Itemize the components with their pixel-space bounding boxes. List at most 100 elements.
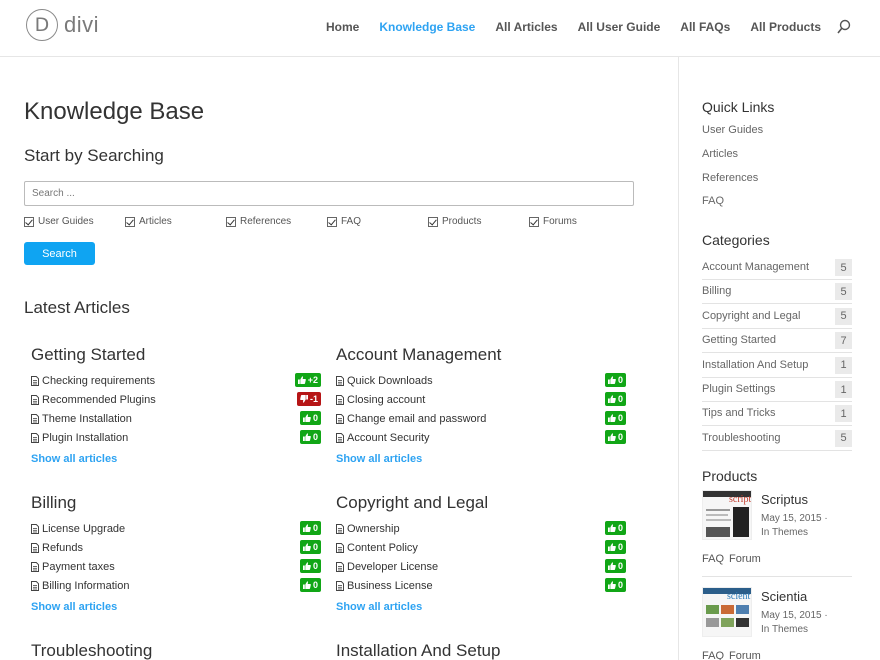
product-forum-link[interactable]: Forum — [729, 650, 761, 660]
sidebar-category-name[interactable]: Troubleshooting — [702, 432, 780, 444]
article-title[interactable]: Ownership — [347, 523, 400, 535]
category-title[interactable]: Billing — [31, 492, 321, 514]
sidebar-category-name[interactable]: Billing — [702, 285, 731, 297]
checkbox-checked-icon[interactable] — [529, 216, 539, 227]
article-title[interactable]: Theme Installation — [42, 413, 132, 425]
category-title[interactable]: Troubleshooting — [31, 640, 321, 660]
article-title[interactable]: License Upgrade — [42, 523, 125, 535]
sidebar-category-item[interactable]: Troubleshooting 5 — [702, 429, 852, 451]
sidebar-category-item[interactable]: Plugin Settings 1 — [702, 380, 852, 402]
checkbox-checked-icon[interactable] — [226, 216, 236, 227]
article-title[interactable]: Account Security — [347, 432, 430, 444]
show-all-articles-link[interactable]: Show all articles — [336, 453, 626, 465]
site-logo[interactable]: D divi — [26, 9, 99, 41]
product-name[interactable]: Scientia — [761, 589, 807, 604]
quick-link-references[interactable]: References — [702, 172, 758, 184]
article-title[interactable]: Content Policy — [347, 542, 418, 554]
article-item[interactable]: Account Security 0 — [336, 428, 626, 447]
show-all-articles-link[interactable]: Show all articles — [31, 453, 321, 465]
nav-all-products[interactable]: All Products — [750, 19, 821, 35]
quick-link-user-guides[interactable]: User Guides — [702, 124, 763, 136]
sidebar-category-name[interactable]: Getting Started — [702, 334, 776, 346]
article-item[interactable]: Checking requirements +2 — [31, 371, 321, 390]
filter-articles[interactable]: Articles — [125, 216, 172, 227]
filter-user-guides[interactable]: User Guides — [24, 216, 94, 227]
article-title[interactable]: Developer License — [347, 561, 438, 573]
sidebar-category-item[interactable]: Installation And Setup 1 — [702, 356, 852, 378]
filter-references[interactable]: References — [226, 216, 291, 227]
article-item[interactable]: Content Policy 0 — [336, 538, 626, 557]
sidebar-category-name[interactable]: Tips and Tricks — [702, 407, 776, 419]
article-item[interactable]: Theme Installation 0 — [31, 409, 321, 428]
article-item[interactable]: Developer License 0 — [336, 557, 626, 576]
article-title[interactable]: Refunds — [42, 542, 83, 554]
sidebar-category-name[interactable]: Installation And Setup — [702, 359, 808, 371]
article-title[interactable]: Payment taxes — [42, 561, 115, 573]
filter-products[interactable]: Products — [428, 216, 481, 227]
sidebar-category-name[interactable]: Account Management — [702, 261, 809, 273]
sidebar-category-count: 1 — [835, 405, 852, 423]
search-button[interactable]: Search — [24, 242, 95, 265]
product-faq-link[interactable]: FAQ — [702, 553, 724, 565]
sidebar-category-item[interactable]: Tips and Tricks 1 — [702, 404, 852, 427]
article-title[interactable]: Closing account — [347, 394, 425, 406]
kb-search-input[interactable] — [24, 181, 634, 206]
nav-all-faqs[interactable]: All FAQs — [680, 19, 730, 35]
product-scriptus[interactable]: script Scriptus May 15, 2015 · In Themes… — [702, 490, 852, 580]
article-title[interactable]: Quick Downloads — [347, 375, 433, 387]
article-item[interactable]: Closing account 0 — [336, 390, 626, 409]
filter-forums[interactable]: Forums — [529, 216, 577, 227]
product-forum-link[interactable]: Forum — [729, 553, 761, 565]
checkbox-checked-icon[interactable] — [125, 216, 135, 227]
article-title[interactable]: Business License — [347, 580, 433, 592]
checkbox-checked-icon[interactable] — [24, 216, 34, 227]
show-all-articles-link[interactable]: Show all articles — [31, 601, 321, 613]
category-title[interactable]: Copyright and Legal — [336, 492, 626, 514]
nav-all-articles[interactable]: All Articles — [495, 19, 557, 35]
quick-link-faq[interactable]: FAQ — [702, 195, 724, 207]
vote-badge: 0 — [299, 521, 321, 535]
filter-faq[interactable]: FAQ — [327, 216, 361, 227]
category-title[interactable]: Account Management — [336, 344, 626, 366]
category-title[interactable]: Getting Started — [31, 344, 321, 366]
sidebar-category-item[interactable]: Copyright and Legal 5 — [702, 307, 852, 329]
sidebar-category-name[interactable]: Plugin Settings — [702, 383, 775, 395]
product-thumbnail[interactable]: script — [702, 490, 752, 540]
nav-home[interactable]: Home — [326, 19, 359, 35]
document-icon — [31, 580, 39, 591]
article-title[interactable]: Checking requirements — [42, 375, 155, 387]
article-title[interactable]: Change email and password — [347, 413, 486, 425]
product-thumbnail[interactable]: scient — [702, 587, 752, 637]
product-name[interactable]: Scriptus — [761, 492, 808, 507]
product-faq-link[interactable]: FAQ — [702, 650, 724, 660]
article-title[interactable]: Plugin Installation — [42, 432, 128, 444]
quick-link-articles[interactable]: Articles — [702, 148, 738, 160]
article-item[interactable]: Ownership 0 — [336, 519, 626, 538]
sidebar-category-item[interactable]: Account Management 5 — [702, 258, 852, 280]
sidebar-category-item[interactable]: Billing 5 — [702, 282, 852, 305]
sidebar-category-item[interactable]: Getting Started 7 — [702, 331, 852, 354]
article-item[interactable]: Billing Information 0 — [31, 576, 321, 595]
category-troubleshooting: Troubleshooting — [31, 640, 321, 660]
category-title[interactable]: Installation And Setup — [336, 640, 626, 660]
article-item[interactable]: Payment taxes 0 — [31, 557, 321, 576]
search-icon[interactable] — [837, 19, 851, 35]
nav-knowledge-base[interactable]: Knowledge Base — [379, 19, 475, 35]
article-item[interactable]: Refunds 0 — [31, 538, 321, 557]
checkbox-checked-icon[interactable] — [428, 216, 438, 227]
document-icon — [336, 523, 344, 534]
nav-all-user-guide[interactable]: All User Guide — [578, 19, 661, 35]
show-all-articles-link[interactable]: Show all articles — [336, 601, 626, 613]
article-item[interactable]: Plugin Installation 0 — [31, 428, 321, 447]
article-title[interactable]: Recommended Plugins — [42, 394, 156, 406]
article-item[interactable]: Quick Downloads 0 — [336, 371, 626, 390]
article-item[interactable]: Recommended Plugins -1 — [31, 390, 321, 409]
vote-badge: 0 — [604, 430, 626, 444]
sidebar-category-name[interactable]: Copyright and Legal — [702, 310, 800, 322]
article-item[interactable]: Business License 0 — [336, 576, 626, 595]
article-title[interactable]: Billing Information — [42, 580, 129, 592]
checkbox-checked-icon[interactable] — [327, 216, 337, 227]
product-scientia[interactable]: scient Scientia May 15, 2015 · In Themes… — [702, 587, 852, 660]
article-item[interactable]: License Upgrade 0 — [31, 519, 321, 538]
article-item[interactable]: Change email and password 0 — [336, 409, 626, 428]
